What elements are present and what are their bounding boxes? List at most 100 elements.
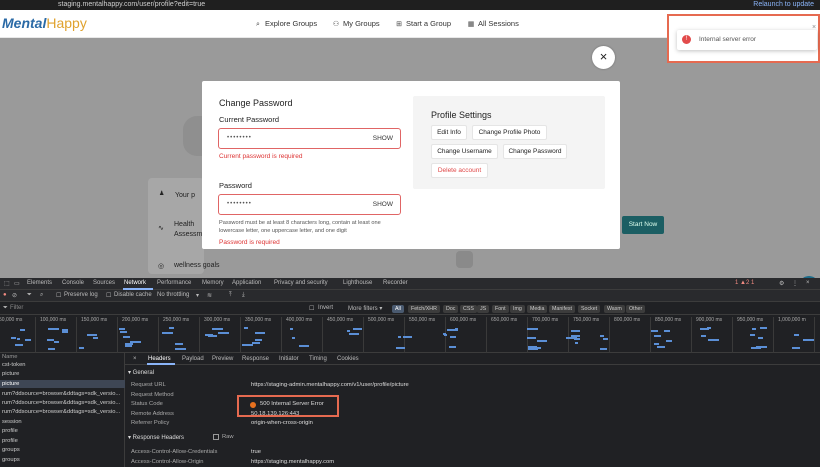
modal-close-button[interactable]: ×	[592, 46, 615, 69]
tab-initiator[interactable]: Initiator	[279, 356, 299, 362]
timeline-request-bar	[123, 336, 130, 338]
record-icon[interactable]: ●	[3, 292, 7, 298]
toast-close-icon[interactable]: ×	[812, 24, 816, 31]
disable-cache-label: Disable cache	[114, 292, 152, 298]
tab-elements[interactable]: Elements	[27, 280, 52, 286]
delete-account-button[interactable]: Delete account	[431, 163, 488, 178]
request-row[interactable]: rum?ddsource=browser&ddtags=sdk_versio..…	[0, 390, 125, 398]
timeline-request-bar	[130, 341, 141, 343]
tab-application[interactable]: Application	[232, 280, 261, 286]
invert-checkbox[interactable]: ☐	[309, 305, 314, 312]
request-row-selected[interactable]: picture	[0, 380, 125, 388]
tab-performance[interactable]: Performance	[157, 280, 191, 286]
filter-wasm[interactable]: Wasm	[604, 305, 625, 313]
mentalhappy-logo[interactable]: MentalHappy	[2, 15, 87, 31]
close-detail-icon[interactable]: ×	[133, 356, 137, 362]
tab-timing[interactable]: Timing	[309, 356, 327, 362]
start-now-button[interactable]: Start Now	[622, 216, 664, 234]
device-icon[interactable]: ▭	[14, 280, 20, 287]
raw-checkbox[interactable]	[213, 434, 219, 440]
inspect-icon[interactable]: ⬚	[4, 280, 10, 287]
request-row[interactable]: profile	[0, 437, 125, 445]
current-password-value: ••••••••	[227, 135, 252, 141]
filter-font[interactable]: Font	[492, 305, 509, 313]
request-row[interactable]: cst-token	[0, 361, 125, 369]
general-section-header[interactable]: ▾ General	[128, 369, 154, 376]
throttling-select[interactable]: No throttling	[157, 292, 189, 298]
filter-media[interactable]: Media	[527, 305, 548, 313]
request-row[interactable]: session	[0, 418, 125, 426]
nav-all-sessions[interactable]: ▦ All Sessions	[467, 19, 519, 28]
timeline-gridline	[609, 317, 610, 353]
tab-network[interactable]: Network	[124, 280, 146, 286]
search-icon[interactable]: ⌕	[40, 292, 43, 299]
wifi-icon[interactable]: ≋	[207, 292, 212, 299]
request-row[interactable]: rum?ddsource=browser&ddtags=sdk_versio..…	[0, 408, 125, 416]
request-row[interactable]: groups	[0, 456, 125, 464]
edit-info-button[interactable]: Edit Info	[431, 125, 467, 140]
tab-memory[interactable]: Memory	[202, 280, 224, 286]
tab-privacy-security[interactable]: Privacy and security	[274, 280, 328, 286]
timeline-gridline	[35, 317, 36, 353]
filter-css[interactable]: CSS	[460, 305, 477, 313]
filter-doc[interactable]: Doc	[443, 305, 459, 313]
nav-my-groups[interactable]: ⚇ My Groups	[332, 19, 380, 28]
filter-socket[interactable]: Socket	[578, 305, 601, 313]
timeline-tick-label: 400,000 ms	[286, 317, 313, 323]
clear-icon[interactable]: ⊘	[12, 292, 17, 299]
timeline-request-bar	[443, 333, 446, 335]
tab-cookies[interactable]: Cookies	[337, 356, 359, 362]
more-filters-button[interactable]: More filters ▾	[348, 305, 382, 312]
relaunch-button[interactable]: Relaunch to update	[753, 0, 814, 10]
network-timeline-overview[interactable]: 50,000 ms 100,000 ms 150,000 ms 200,000 ms 2…	[0, 315, 820, 353]
gear-icon[interactable]: ⚙	[779, 280, 784, 287]
tab-headers[interactable]: Headers	[148, 356, 171, 362]
timeline-request-bar	[175, 348, 186, 350]
request-row[interactable]: rum?ddsource=browser&ddtags=sdk_versio..…	[0, 399, 125, 407]
nav-explore-groups[interactable]: ⌕ Explore Groups	[254, 19, 317, 29]
filter-other[interactable]: Other	[626, 305, 646, 313]
request-row[interactable]: picture	[0, 370, 125, 378]
nav-label: Explore Groups	[265, 19, 318, 28]
show-password-button[interactable]: SHOW	[373, 201, 393, 208]
filter-icon[interactable]: ⏷	[27, 292, 32, 299]
request-row[interactable]: groups	[0, 446, 125, 454]
disable-cache-checkbox[interactable]: ☐	[106, 292, 111, 299]
timeline-gridline	[773, 317, 774, 353]
tab-payload[interactable]: Payload	[182, 356, 204, 362]
tab-lighthouse[interactable]: Lighthouse	[343, 280, 372, 286]
filter-all[interactable]: All	[392, 305, 404, 313]
timeline-request-bar	[450, 336, 456, 338]
tab-preview[interactable]: Preview	[212, 356, 233, 362]
filter-js[interactable]: JS	[477, 305, 490, 313]
filter-img[interactable]: Img	[510, 305, 525, 313]
change-profile-photo-button[interactable]: Change Profile Photo	[472, 125, 547, 140]
timeline-request-bar	[15, 344, 23, 346]
request-row[interactable]: profile	[0, 427, 125, 435]
password-input[interactable]: •••••••• SHOW	[218, 194, 401, 215]
current-password-input[interactable]: •••••••• SHOW	[218, 128, 401, 149]
tab-console[interactable]: Console	[62, 280, 84, 286]
request-list-header[interactable]: Name	[0, 353, 125, 361]
issue-badges[interactable]: 1 ▲2 1	[735, 280, 754, 286]
filter-input[interactable]: Filter	[10, 305, 23, 311]
preserve-log-checkbox[interactable]: ☐	[56, 292, 61, 299]
nav-label: All Sessions	[478, 19, 519, 28]
tab-recorder[interactable]: Recorder	[383, 280, 408, 286]
close-icon[interactable]: ×	[806, 280, 810, 286]
tab-response[interactable]: Response	[242, 356, 269, 362]
upload-icon[interactable]: ⤒	[229, 292, 232, 299]
timeline-gridline	[281, 317, 282, 353]
tab-sources[interactable]: Sources	[93, 280, 115, 286]
url-text[interactable]: staging.mentalhappy.com/user/profile?edi…	[58, 0, 205, 10]
change-username-button[interactable]: Change Username	[431, 144, 498, 159]
filter-manifest[interactable]: Manifest	[549, 305, 576, 313]
response-headers-section-header[interactable]: ▾ Response Headers	[128, 434, 184, 441]
header-value: https://staging.mentalhappy.com	[251, 459, 335, 465]
download-icon[interactable]: ⤓	[242, 292, 245, 299]
change-password-button[interactable]: Change Password	[503, 144, 567, 159]
show-current-password-button[interactable]: SHOW	[373, 135, 393, 142]
nav-start-group[interactable]: ⊞ Start a Group	[395, 19, 451, 28]
more-icon[interactable]: ⋮	[792, 280, 798, 287]
filter-fetch-xhr[interactable]: Fetch/XHR	[408, 305, 440, 313]
